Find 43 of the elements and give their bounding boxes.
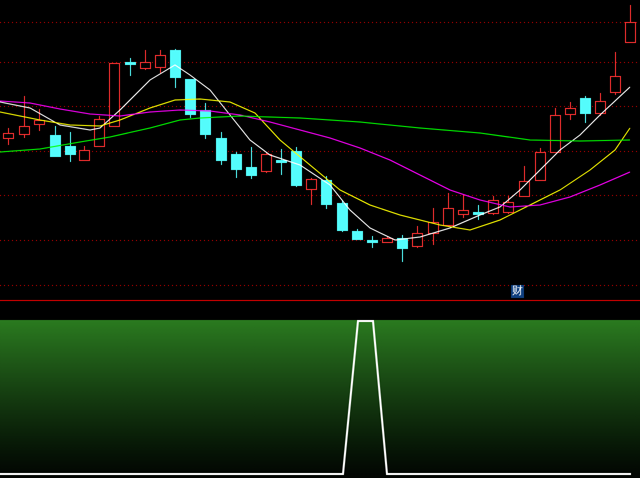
- candlestick: [565, 102, 576, 120]
- candlestick: [65, 132, 76, 162]
- candlestick: [458, 194, 469, 218]
- candlestick: [625, 4, 636, 43]
- candlestick: [125, 58, 136, 76]
- candlestick: [79, 146, 90, 162]
- candlestick: [306, 178, 317, 206]
- candlestick: [473, 204, 484, 220]
- candlestick: [550, 108, 561, 154]
- candlestick: [367, 236, 378, 248]
- candlestick: [231, 152, 242, 178]
- candlestick: [535, 148, 546, 181]
- candlestick: [443, 192, 454, 228]
- candlestick: [200, 102, 211, 140]
- candlestick: [610, 52, 621, 96]
- candlestick: [246, 146, 257, 180]
- candlestick: [291, 146, 302, 188]
- candlestick: [382, 236, 393, 244]
- candlestick: [276, 148, 287, 176]
- candlestick: [321, 176, 332, 210]
- candlestick: [109, 62, 120, 127]
- candlestick: [170, 48, 181, 88]
- candlestick: [503, 196, 514, 214]
- candlestick: [428, 208, 439, 246]
- candlestick: [216, 132, 227, 166]
- candlestick: [185, 78, 196, 118]
- candlestick: [580, 96, 591, 124]
- candlestick: [337, 200, 348, 232]
- candlestick: [3, 128, 14, 146]
- candlestick: [397, 234, 408, 262]
- candlestick: [261, 152, 272, 174]
- candlestick: [352, 228, 363, 240]
- candlestick: [140, 50, 151, 70]
- candlestick: [155, 50, 166, 74]
- candlestick: [412, 226, 423, 248]
- candlestick: [34, 108, 45, 132]
- candlestick: [519, 166, 530, 197]
- candlestick: [50, 126, 61, 158]
- candlestick: [488, 196, 499, 216]
- candlestick: [19, 96, 30, 138]
- candlestick: [595, 92, 606, 116]
- finance-badge[interactable]: 财: [511, 285, 524, 298]
- candlestick: [94, 116, 105, 147]
